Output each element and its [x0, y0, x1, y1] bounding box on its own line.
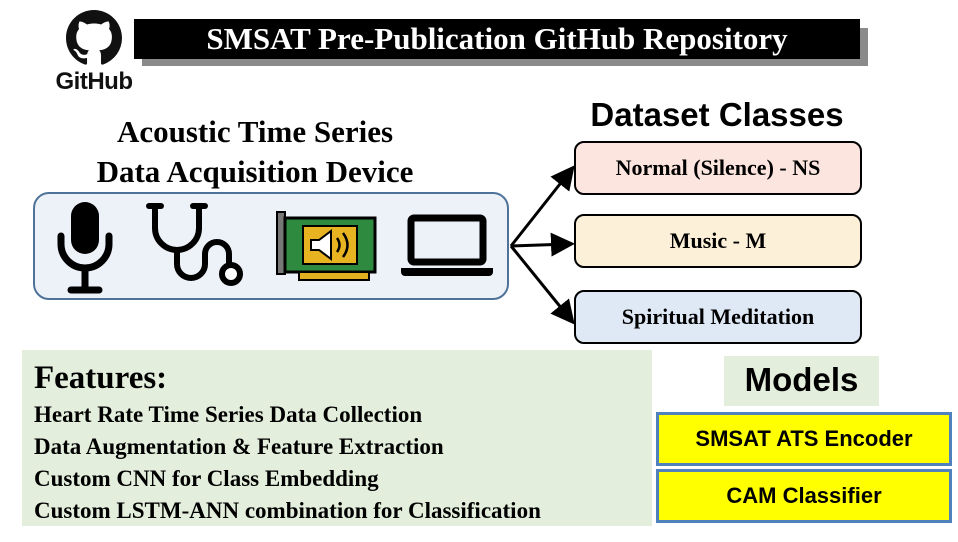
github-wordmark: GitHub	[55, 68, 133, 95]
class-music: Music - M	[574, 214, 862, 268]
feature-item: Custom CNN for Class Embedding	[34, 466, 379, 491]
dataset-classes-heading: Dataset Classes	[590, 96, 844, 133]
feature-item: Data Augmentation & Feature Extraction	[34, 434, 444, 459]
laptop-icon	[401, 214, 493, 276]
device-heading: Acoustic Time Series Data Acquisition De…	[40, 112, 470, 192]
github-octocat-icon	[66, 10, 122, 65]
device-heading-line1: Acoustic Time Series	[116, 114, 394, 149]
class-spiritual-meditation: Spiritual Meditation	[574, 290, 862, 344]
feature-item: Custom LSTM-ANN combination for Classifi…	[34, 498, 541, 523]
page-title: SMSAT Pre-Publication GitHub Repository	[134, 19, 860, 59]
stethoscope-icon	[146, 203, 243, 286]
models-heading: Models	[744, 361, 859, 398]
device-box	[33, 192, 509, 300]
model-cam-classifier: CAM Classifier	[656, 469, 952, 523]
features-panel: Features: Heart Rate Time Series Data Co…	[22, 350, 652, 526]
class-arrows	[509, 165, 575, 325]
sound-card-icon	[276, 211, 377, 281]
feature-item: Heart Rate Time Series Data Collection	[34, 402, 423, 427]
microphone-icon	[57, 202, 113, 294]
github-logo: GitHub	[44, 10, 144, 95]
class-normal-silence: Normal (Silence) - NS	[574, 141, 862, 195]
device-heading-line2: Data Acquisition Device	[96, 154, 414, 189]
model-smsat-ats-encoder: SMSAT ATS Encoder	[656, 412, 952, 466]
features-heading: Features:	[34, 360, 168, 396]
